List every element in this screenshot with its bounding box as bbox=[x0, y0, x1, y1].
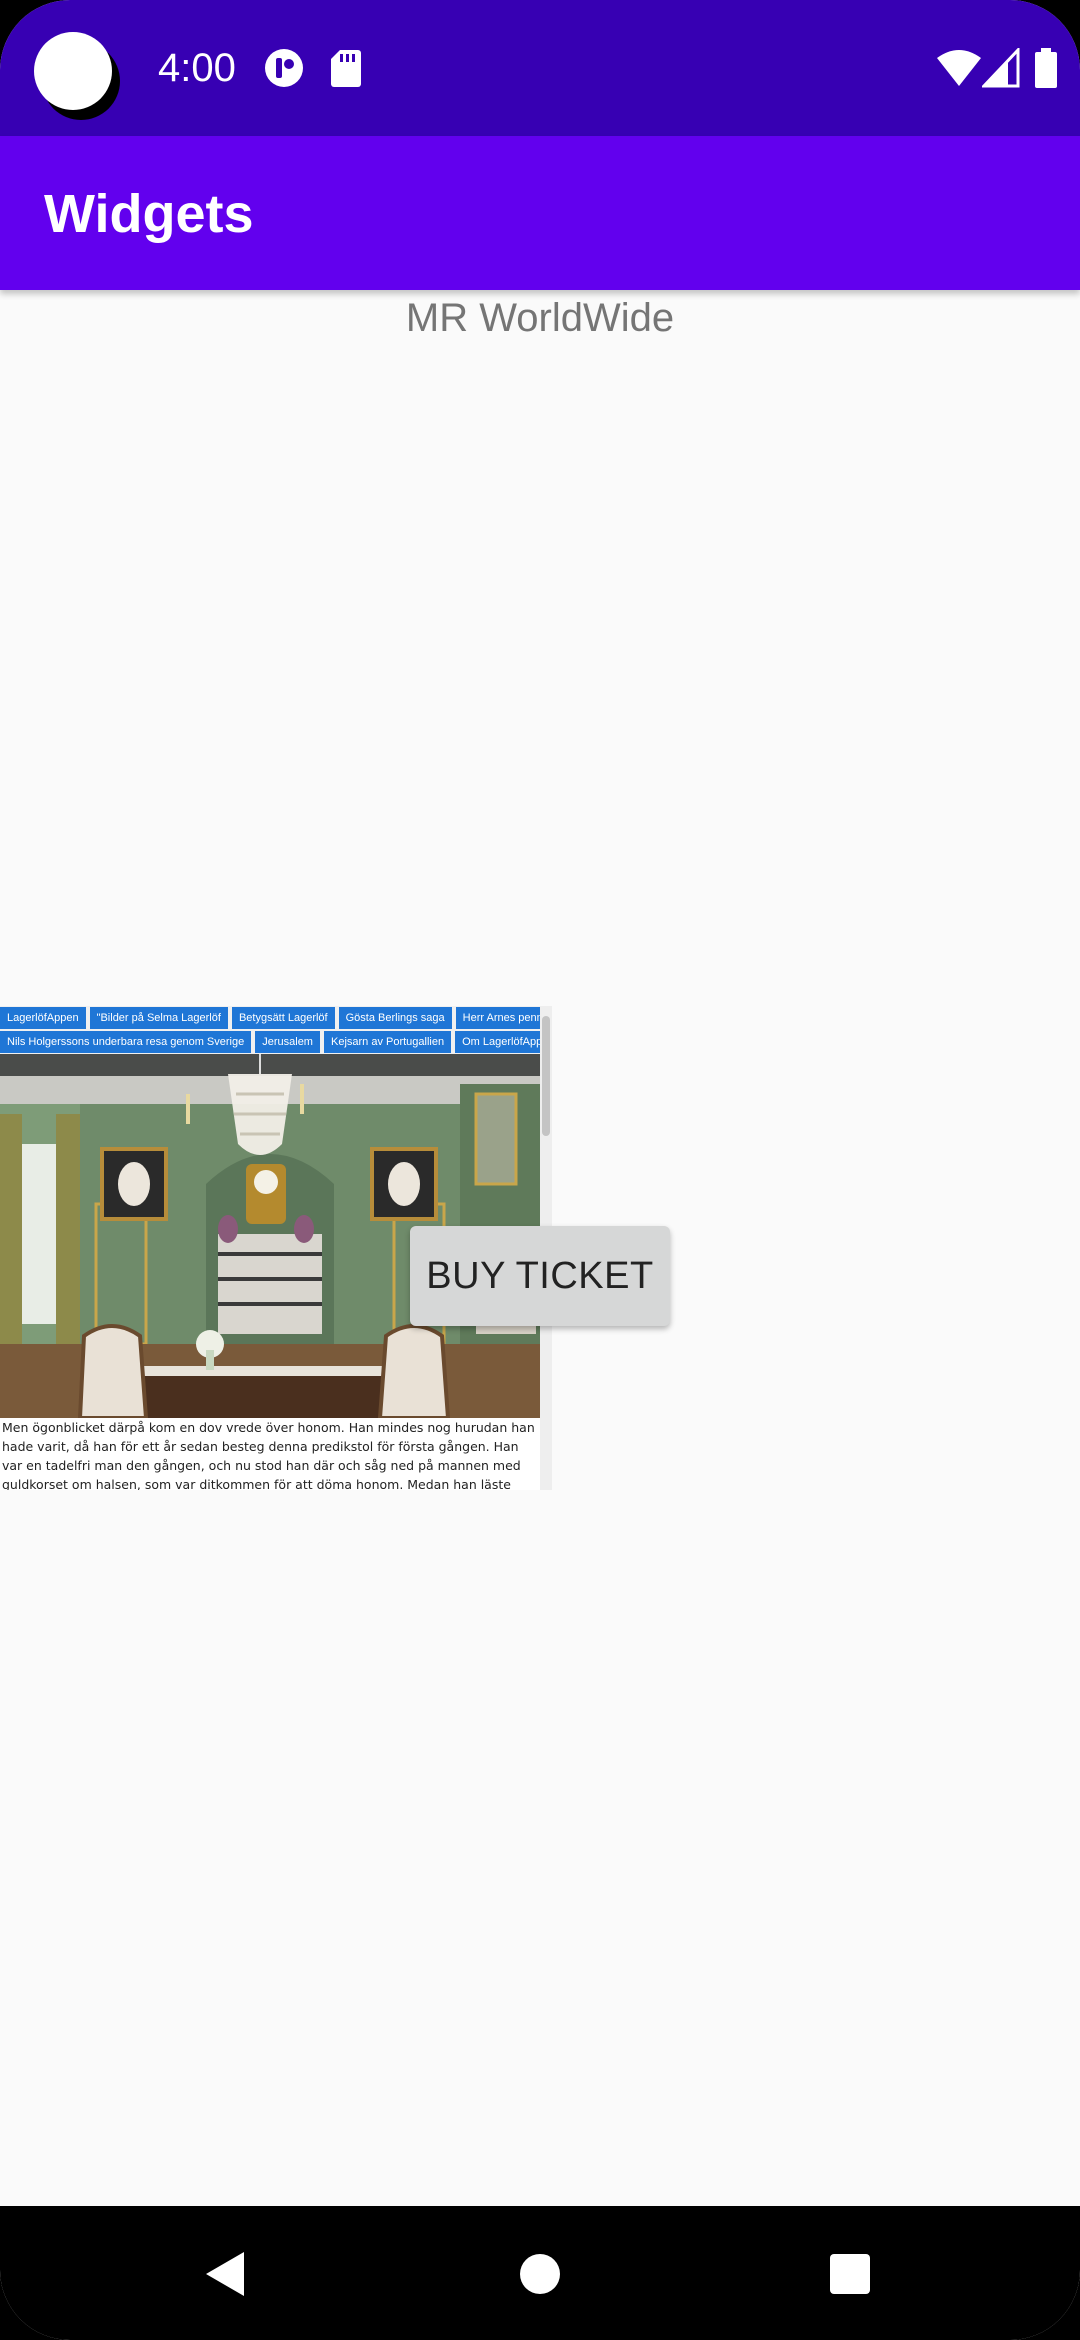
camera-cutout-icon bbox=[34, 32, 112, 110]
web-nav-tab[interactable]: Herr Arnes penningar bbox=[455, 1007, 552, 1029]
web-nav-tab[interactable]: Om LagerlöfAppen bbox=[455, 1031, 552, 1053]
app-bar: Widgets bbox=[0, 136, 1080, 290]
wifi-icon bbox=[937, 50, 981, 86]
web-body-text: Men ögonblicket därpå kom en dov vrede ö… bbox=[2, 1420, 535, 1490]
app-title: Widgets bbox=[44, 184, 254, 244]
buy-ticket-button[interactable]: BUY TICKET bbox=[410, 1226, 670, 1326]
web-nav-tab[interactable]: Kejsarn av Portugallien bbox=[323, 1031, 452, 1053]
status-time: 4:00 bbox=[158, 46, 236, 90]
navigation-bar bbox=[0, 2206, 1080, 2340]
status-bar: 4:00 bbox=[0, 0, 1080, 136]
web-nav-menu: LagerlöfAppen "Bilder på Selma Lagerlöf … bbox=[0, 1006, 552, 1054]
cell-signal-icon bbox=[982, 48, 1020, 88]
web-nav-tab[interactable]: Jerusalem bbox=[255, 1031, 320, 1053]
subtitle-text: MR WorldWide bbox=[405, 296, 675, 340]
web-nav-tab[interactable]: Gösta Berlings saga bbox=[338, 1007, 452, 1029]
recents-icon[interactable] bbox=[820, 2244, 880, 2304]
web-nav-tab[interactable]: "Bilder på Selma Lagerlöf bbox=[89, 1007, 228, 1029]
web-scrollbar-thumb[interactable] bbox=[542, 1016, 550, 1136]
battery-icon bbox=[1035, 48, 1057, 88]
sd-card-icon bbox=[331, 50, 361, 87]
notification-app-icon bbox=[265, 49, 303, 87]
back-icon[interactable] bbox=[196, 2244, 256, 2304]
phone-screen: 4:00 Widgets MR WorldWide LagerlöfAppen … bbox=[0, 0, 1080, 2340]
web-nav-tab[interactable]: Betygsätt Lagerlöf bbox=[231, 1007, 335, 1029]
web-nav-tab[interactable]: Nils Holgerssons underbara resa genom Sv… bbox=[0, 1031, 252, 1053]
web-nav-row-2: Nils Holgerssons underbara resa genom Sv… bbox=[0, 1031, 552, 1053]
web-nav-tab[interactable]: LagerlöfAppen bbox=[0, 1007, 86, 1029]
web-nav-row-1: LagerlöfAppen "Bilder på Selma Lagerlöf … bbox=[0, 1007, 552, 1029]
home-icon[interactable] bbox=[510, 2244, 570, 2304]
